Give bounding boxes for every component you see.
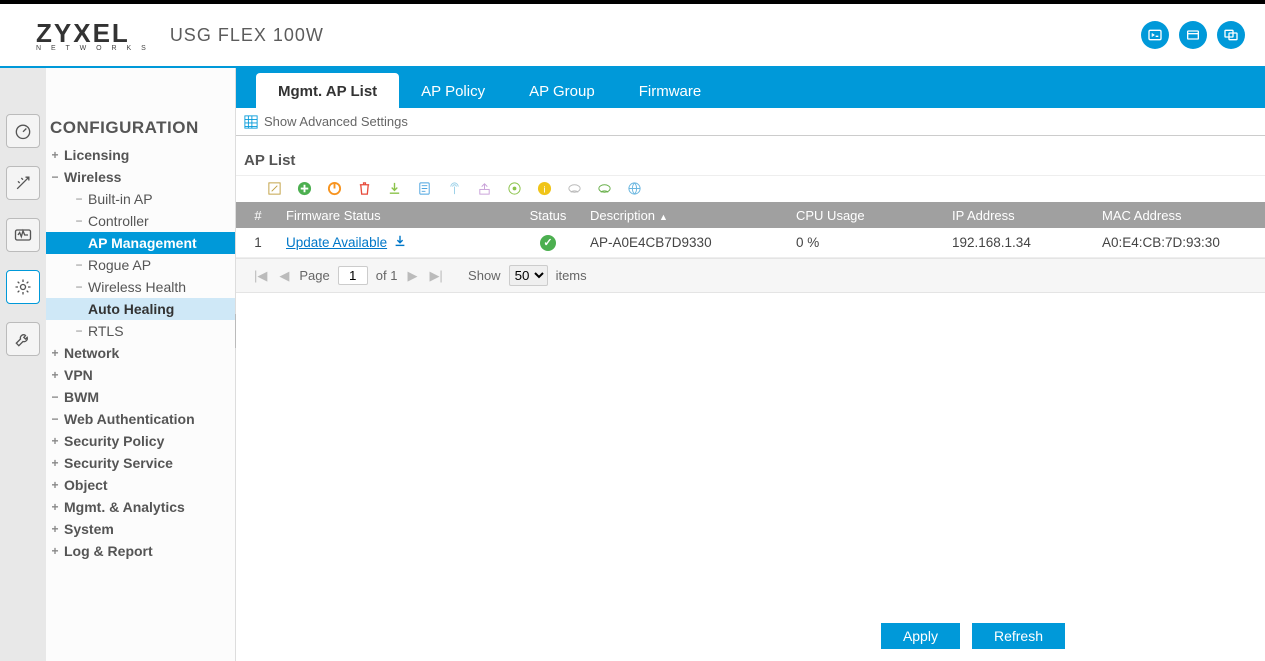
page-of-label: of 1 [376,268,398,283]
maintenance-rail-icon[interactable] [6,322,40,356]
download-icon [393,234,407,251]
page-last-icon[interactable]: ▶| [427,268,444,284]
suppress-on-icon[interactable] [596,180,612,196]
nav-item-controller[interactable]: −Controller [46,210,235,232]
col-cpu-usage[interactable]: CPU Usage [792,208,948,223]
nav-item-built-in-ap[interactable]: −Built-in AP [46,188,235,210]
nav-item-bwm[interactable]: −BWM [46,386,235,408]
grid-toolbar: i [236,175,1265,200]
cell-ip: 192.168.1.34 [948,235,1098,250]
refresh-button[interactable]: Refresh [972,623,1065,649]
advanced-settings-toggle[interactable]: Show Advanced Settings [236,108,1265,136]
left-icon-rail [0,68,46,661]
nav-item-wireless-health[interactable]: −Wireless Health [46,276,235,298]
items-label: items [556,268,587,283]
tab-ap-policy[interactable]: AP Policy [399,73,507,108]
cell-mac: A0:E4:CB:7D:93:30 [1098,235,1265,250]
site-map-icon[interactable] [1217,21,1245,49]
nav-item-mgmt-analytics[interactable]: +Mgmt. & Analytics [46,496,235,518]
show-label: Show [468,268,501,283]
upgrade-icon[interactable] [476,180,492,196]
nav-item-rogue-ap[interactable]: −Rogue AP [46,254,235,276]
nav-item-licensing[interactable]: +Licensing [46,144,235,166]
info-icon[interactable]: i [536,180,552,196]
sort-asc-icon: ▲ [659,212,668,222]
nav-section-title: CONFIGURATION [46,114,235,144]
col-status[interactable]: Status [510,208,586,223]
log-icon[interactable] [416,180,432,196]
page-prev-icon[interactable]: ◀ [277,268,291,284]
nav-item-network[interactable]: +Network [46,342,235,364]
globe-icon[interactable] [626,180,642,196]
grid-pager: |◀ ◀ Page of 1 ▶ ▶| Show 50 items [236,258,1265,293]
reference-icon[interactable] [1179,21,1207,49]
config-icon[interactable] [506,180,522,196]
dcs-icon[interactable] [386,180,402,196]
status-ok-icon: ✓ [540,235,556,251]
nav-item-security-policy[interactable]: +Security Policy [46,430,235,452]
brand-subtext: N E T W O R K S [36,45,150,52]
nav-item-rtls[interactable]: −RTLS [46,320,235,342]
app-header: ZYXEL N E T W O R K S USG FLEX 100W [0,4,1265,68]
ap-list-heading: AP List [236,136,1265,175]
tab-firmware[interactable]: Firmware [617,73,724,108]
page-first-icon[interactable]: |◀ [252,268,269,284]
col-number[interactable]: # [236,208,280,223]
antenna-icon[interactable] [446,180,462,196]
wizard-rail-icon[interactable] [6,166,40,200]
edit-icon[interactable] [266,180,282,196]
side-nav: CONFIGURATION +Licensing−Wireless−Built-… [46,68,236,661]
advanced-settings-label: Show Advanced Settings [264,114,408,129]
page-input[interactable] [338,266,368,285]
col-description[interactable]: Description▲ [586,208,792,223]
suppress-off-icon[interactable] [566,180,582,196]
page-next-icon[interactable]: ▶ [405,268,419,284]
grid-icon [244,115,258,129]
brand-logo: ZYXEL N E T W O R K S [36,18,150,52]
nav-item-vpn[interactable]: +VPN [46,364,235,386]
page-size-select[interactable]: 50 [509,265,548,286]
cell-cpu: 0 % [792,235,948,250]
grid-header-row: # Firmware Status Status Description▲ CP… [236,202,1265,228]
table-row[interactable]: 1 Update Available ✓ AP-A0E4CB7D93300 %192… [236,228,1265,258]
nav-item-object[interactable]: +Object [46,474,235,496]
remove-icon[interactable] [356,180,372,196]
reboot-icon[interactable] [326,180,342,196]
col-firmware-status[interactable]: Firmware Status [280,208,510,223]
svg-text:i: i [543,184,545,194]
firmware-update-link[interactable]: Update Available [286,234,407,251]
page-label: Page [299,268,329,283]
nav-item-system[interactable]: +System [46,518,235,540]
product-name: USG FLEX 100W [170,25,324,46]
col-ip-address[interactable]: IP Address [948,208,1098,223]
add-icon[interactable] [296,180,312,196]
content-area: ◀ Mgmt. AP ListAP PolicyAP GroupFirmware… [236,68,1265,661]
cell-number: 1 [236,235,280,250]
col-mac-address[interactable]: MAC Address [1098,208,1265,223]
configuration-rail-icon[interactable] [6,270,40,304]
apply-button[interactable]: Apply [881,623,960,649]
tab-bar: Mgmt. AP ListAP PolicyAP GroupFirmware [236,68,1265,108]
nav-item-wireless[interactable]: −Wireless [46,166,235,188]
tab-ap-group[interactable]: AP Group [507,73,617,108]
nav-item-security-service[interactable]: +Security Service [46,452,235,474]
nav-item-web-authentication[interactable]: −Web Authentication [46,408,235,430]
monitor-rail-icon[interactable] [6,218,40,252]
tab-mgmt-ap-list[interactable]: Mgmt. AP List [256,73,399,108]
cell-description: AP-A0E4CB7D9330 [586,235,792,250]
dashboard-rail-icon[interactable] [6,114,40,148]
nav-item-log-report[interactable]: +Log & Report [46,540,235,562]
nav-item-auto-healing[interactable]: Auto Healing [46,298,235,320]
cli-console-icon[interactable] [1141,21,1169,49]
nav-item-ap-management[interactable]: AP Management [46,232,235,254]
